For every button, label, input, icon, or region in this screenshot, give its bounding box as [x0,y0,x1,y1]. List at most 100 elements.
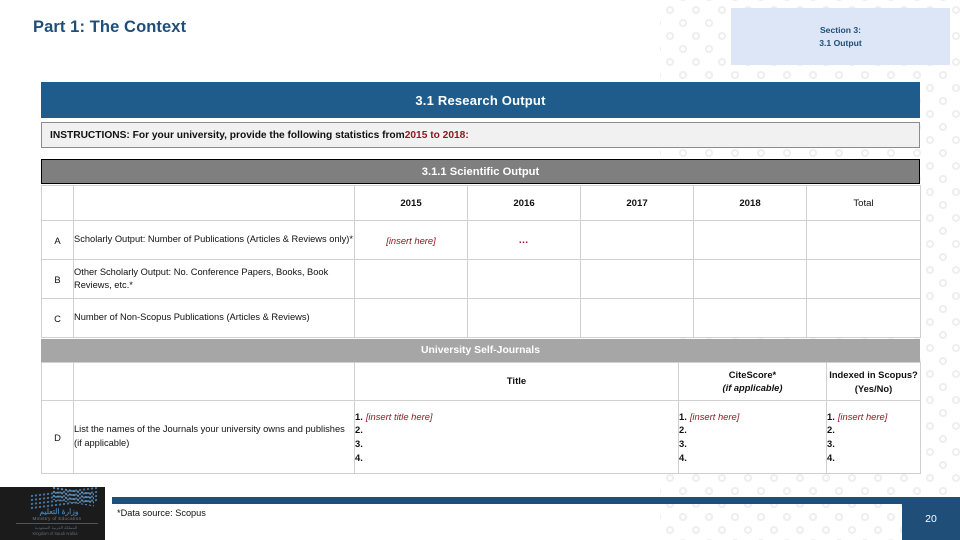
indexed-line1: Indexed in Scopus? [829,369,918,381]
list-item-text: [insert here] [837,410,888,422]
logo-subtitle-arabic: المملكة العربية السعودية [34,525,78,530]
col-header-2016: 2016 [467,185,581,221]
row-label-d: List the names of the Journals your univ… [73,400,355,474]
row-letter-c: C [41,298,74,338]
instructions-bar: INSTRUCTIONS: For your university, provi… [41,122,920,148]
col-header-title: Title [354,362,679,401]
list-item-number: 3. [827,438,835,449]
cell-d-citescore[interactable]: 1. [insert here] 2. 3. 4. [678,400,827,474]
cell-b-total[interactable] [806,259,921,299]
journals-header-spacer-label [73,362,355,401]
citescore-line2: (if applicable) [722,382,783,393]
col-header-2015: 2015 [354,185,468,221]
instructions-highlight: 2015 to 2018: [404,129,469,141]
list-item-number: 3. [679,438,687,449]
list-item: 2. [355,423,678,437]
cell-c-total[interactable] [806,298,921,338]
table-row: C Number of Non-Scopus Publications (Art… [41,298,921,338]
col-header-total: Total [806,185,921,221]
row-label-b: Other Scholarly Output: No. Conference P… [73,259,355,299]
footnote: *Data source: Scopus [117,508,206,518]
list-item: 4. [679,451,826,465]
list-item: 1. [insert here] [827,410,920,424]
research-output-banner: 3.1 Research Output [41,82,920,118]
table-header-row: 2015 2016 2017 2018 Total [41,185,921,221]
list-item: 4. [827,451,920,465]
cell-a-2015[interactable]: [insert here] [354,220,468,260]
instructions-text: INSTRUCTIONS: For your university, provi… [50,129,405,141]
list-item-number: 2. [679,424,687,436]
col-header-2017: 2017 [580,185,694,221]
logo-arabic-text: وزارة التعليم [39,507,79,516]
list-item: 1. [insert here] [679,410,826,424]
cell-a-total[interactable] [806,220,921,260]
cell-a-2016[interactable]: … [467,220,581,260]
list-item-text: [insert title here] [365,410,433,422]
title-number-list: 1. [insert title here] 2. 3. 4. [355,410,678,465]
list-item: 3. [679,437,826,451]
cell-b-2017[interactable] [580,259,694,299]
row-letter-b: B [41,259,74,299]
journals-header-spacer-letter [41,362,74,401]
list-item-number: 3. [355,438,363,449]
table-row: B Other Scholarly Output: No. Conference… [41,259,921,299]
row-letter-d: D [41,400,74,474]
col-header-citescore: CiteScore* (if applicable) [678,362,827,401]
list-item: 2. [679,423,826,437]
list-item-number: 1. [355,410,363,422]
list-item-number: 4. [827,451,835,463]
indexed-line2: (Yes/No) [854,382,893,394]
citescore-line1: CiteScore* [728,369,777,381]
list-item-number: 1. [827,410,835,422]
scientific-output-table: 2015 2016 2017 2018 Total A Scholarly Ou… [41,185,921,338]
row-label-a: Scholarly Output: Number of Publications… [73,220,355,260]
col-header-2018: 2018 [693,185,807,221]
list-item: 4. [355,451,678,465]
section-tag: Section 3: 3.1 Output [731,8,950,65]
table-row: A Scholarly Output: Number of Publicatio… [41,220,921,260]
page-title: Part 1: The Context [33,18,187,36]
cell-c-2016[interactable] [467,298,581,338]
row-label-c: Number of Non-Scopus Publications (Artic… [73,298,355,338]
logo-english-text: Ministry of Education [32,516,82,521]
list-item-number: 2. [827,424,835,436]
cell-a-2018[interactable] [693,220,807,260]
list-item-number: 2. [355,424,363,436]
section-tag-line1: Section 3: [819,25,862,36]
self-journals-banner: University Self-Journals [41,339,920,362]
list-item: 3. [827,437,920,451]
cell-a-2016-value: … [518,234,530,246]
cell-b-2015[interactable] [354,259,468,299]
ministry-of-education-logo: وزارة التعليم Ministry of Education المم… [0,487,105,540]
page-number-badge: 20 [902,497,960,540]
header-spacer-label [73,185,355,221]
col-header-indexed: Indexed in Scopus? (Yes/No) [826,362,921,401]
journals-header-row: Title CiteScore* (if applicable) Indexed… [41,362,921,401]
list-item-number: 1. [679,410,687,422]
cell-a-2017[interactable] [580,220,694,260]
logo-subtitle-english: Kingdom of Saudi Arabia [32,531,78,536]
cell-b-2018[interactable] [693,259,807,299]
cell-d-indexed[interactable]: 1. [insert here] 2. 3. 4. [826,400,921,474]
cell-c-2015[interactable] [354,298,468,338]
scientific-output-banner: 3.1.1 Scientific Output [41,159,920,184]
list-item: 3. [355,437,678,451]
cell-a-2015-value: [insert here] [386,234,436,246]
row-letter-a: A [41,220,74,260]
list-item-number: 4. [679,451,687,463]
header-spacer-letter [41,185,74,221]
citescore-number-list: 1. [insert here] 2. 3. 4. [679,410,826,465]
cell-b-2016[interactable] [467,259,581,299]
indexed-number-list: 1. [insert here] 2. 3. 4. [827,410,920,465]
footer-rule [112,497,960,504]
section-tag-line2: 3.1 Output [819,37,862,48]
self-journals-table: Title CiteScore* (if applicable) Indexed… [41,362,921,474]
table-row: D List the names of the Journals your un… [41,400,921,474]
list-item: 2. [827,423,920,437]
list-item-number: 4. [355,451,363,463]
cell-c-2017[interactable] [580,298,694,338]
cell-c-2018[interactable] [693,298,807,338]
list-item-text: [insert here] [689,410,740,422]
cell-d-titles[interactable]: 1. [insert title here] 2. 3. 4. [354,400,679,474]
logo-divider [16,523,98,524]
